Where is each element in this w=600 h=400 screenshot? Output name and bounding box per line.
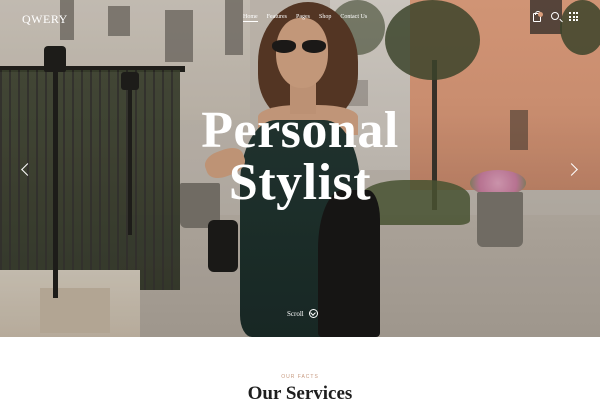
cart-badge bbox=[538, 12, 543, 17]
grid-menu-icon[interactable] bbox=[569, 12, 578, 21]
chevron-left-icon[interactable] bbox=[20, 162, 30, 178]
nav-item-pages[interactable]: Pages bbox=[296, 14, 310, 22]
section-title: Our Services bbox=[247, 383, 353, 400]
nav-item-contact-us[interactable]: Contact Us bbox=[340, 14, 367, 22]
nav-item-shop[interactable]: Shop bbox=[319, 14, 331, 22]
hero-title: Personal Stylist bbox=[0, 105, 600, 209]
header-icons bbox=[533, 11, 578, 22]
section-eyebrow: OUR FACTS bbox=[281, 374, 319, 380]
scroll-down-icon bbox=[308, 309, 318, 318]
nav-item-features[interactable]: Features bbox=[267, 14, 287, 22]
scroll-label: Scroll bbox=[287, 309, 304, 318]
shopping-bag-icon[interactable] bbox=[533, 11, 543, 22]
search-icon[interactable] bbox=[551, 12, 559, 20]
main-navigation: Home Features Pages Shop Contact Us bbox=[243, 14, 367, 22]
nav-item-home[interactable]: Home bbox=[243, 14, 258, 22]
logo[interactable]: QWERY bbox=[22, 12, 68, 27]
hero-title-line-2: Stylist bbox=[228, 154, 372, 211]
hero-title-line-1: Personal bbox=[201, 102, 399, 159]
scroll-button[interactable]: Scroll bbox=[287, 309, 318, 318]
chevron-right-icon[interactable] bbox=[568, 162, 578, 178]
